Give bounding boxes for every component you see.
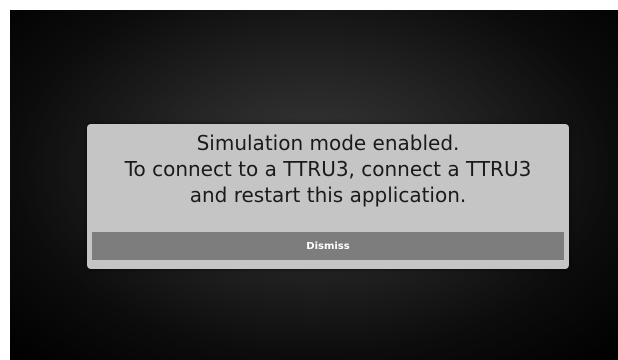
app-screen: Simulation mode enabled. To connect to a… (10, 10, 618, 360)
dialog-message-line-2: To connect to a TTRU3, connect a TTRU3 (124, 157, 532, 181)
dialog-message-line-1: Simulation mode enabled. (196, 131, 460, 155)
simulation-mode-dialog: Simulation mode enabled. To connect to a… (87, 124, 569, 269)
dismiss-button[interactable]: Dismiss (92, 232, 564, 260)
dialog-message-line-3: and restart this application. (189, 183, 467, 207)
dialog-message: Simulation mode enabled. To connect to a… (87, 130, 569, 208)
